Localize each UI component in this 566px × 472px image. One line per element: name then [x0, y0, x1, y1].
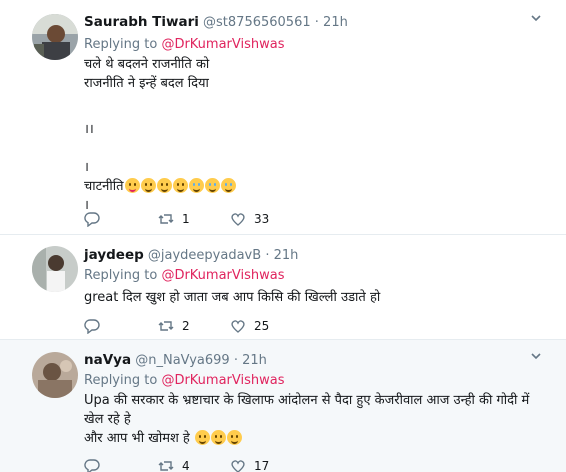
replying-to: Replying to @DrKumarVishwas — [84, 37, 285, 52]
tweet-text: Upa की सरकार के भ्रष्टाचार के खिलाफ आंदो… — [84, 393, 530, 448]
mention-link[interactable]: @DrKumarVishwas — [161, 268, 284, 283]
display-name[interactable]: Saurabh Tiwari — [84, 14, 199, 30]
retweet-icon — [158, 461, 174, 471]
emoji-icon — [210, 430, 226, 445]
emoji-icon — [124, 178, 140, 193]
tweet-text: चले थे बदलने राजनीति को राजनीति ने इन्हे… — [84, 55, 236, 215]
mention-link[interactable]: @DrKumarVishwas — [161, 373, 284, 388]
reply-button[interactable] — [84, 458, 100, 472]
timestamp[interactable]: 21h — [242, 353, 267, 368]
emoji-icon — [140, 178, 156, 193]
timestamp[interactable]: 21h — [274, 248, 299, 263]
tweet-text-line: और आप भी खोमश हे — [84, 429, 529, 448]
retweet-icon — [158, 214, 174, 224]
replying-to: Replying to @DrKumarVishwas — [84, 373, 285, 388]
chevron-down-icon[interactable] — [530, 350, 542, 366]
retweet-button[interactable]: 4 — [158, 458, 190, 472]
timestamp[interactable]: 21h — [323, 15, 348, 30]
display-name[interactable]: jaydeep — [84, 247, 144, 263]
tweet-text-line: चाटनीति — [84, 177, 236, 196]
emoji-icon — [204, 178, 220, 193]
emoji-icon — [194, 430, 210, 445]
reply-icon — [84, 212, 100, 227]
user-handle[interactable]: @n_NaVya699 — [135, 353, 229, 368]
like-count: 17 — [254, 459, 270, 472]
heart-icon — [231, 460, 245, 472]
emoji-icon — [220, 178, 236, 193]
display-name[interactable]: naVya — [84, 352, 131, 368]
chevron-down-icon[interactable] — [530, 12, 542, 28]
reply-icon — [84, 319, 100, 334]
mention-link[interactable]: @DrKumarVishwas — [161, 37, 284, 52]
tweet-navya[interactable]: naVya @n_NaVya699 · 21h Replying to @DrK… — [0, 340, 566, 472]
heart-icon — [231, 213, 245, 226]
tweet-header: jaydeep @jaydeepyadavB · 21h — [84, 247, 299, 263]
tweet-saurabh[interactable]: Saurabh Tiwari @st8756560561 · 21h Reply… — [0, 0, 566, 235]
like-button[interactable]: 25 — [230, 318, 269, 334]
reply-button[interactable] — [84, 211, 100, 227]
like-button[interactable]: 17 — [230, 458, 269, 472]
retweet-button[interactable]: 1 — [158, 211, 190, 227]
heart-icon — [231, 320, 245, 333]
emoji-icon — [172, 178, 188, 193]
retweet-count: 2 — [182, 319, 190, 333]
like-count: 33 — [254, 212, 270, 226]
reply-icon — [84, 459, 100, 472]
reply-button[interactable] — [84, 318, 100, 334]
replying-to: Replying to @DrKumarVishwas — [84, 268, 285, 283]
emoji-icon — [156, 178, 172, 193]
user-handle[interactable]: @st8756560561 — [203, 15, 311, 30]
emoji-icon — [226, 430, 242, 445]
tweet-jaydeep[interactable]: jaydeep @jaydeepyadavB · 21h Replying to… — [0, 235, 566, 340]
retweet-icon — [158, 321, 174, 331]
tweet-header: Saurabh Tiwari @st8756560561 · 21h — [84, 14, 348, 30]
avatar[interactable] — [32, 352, 78, 398]
retweet-button[interactable]: 2 — [158, 318, 190, 334]
like-button[interactable]: 33 — [230, 211, 269, 227]
tweet-text: great दिल खुश हो जाता जब आप किसि की खिल्… — [84, 290, 381, 305]
avatar[interactable] — [32, 246, 78, 292]
emoji-icon — [188, 178, 204, 193]
user-handle[interactable]: @jaydeepyadavB — [148, 248, 261, 263]
tweet-header: naVya @n_NaVya699 · 21h — [84, 352, 267, 368]
retweet-count: 1 — [182, 212, 190, 226]
like-count: 25 — [254, 319, 270, 333]
retweet-count: 4 — [182, 459, 190, 472]
avatar[interactable] — [32, 14, 78, 60]
